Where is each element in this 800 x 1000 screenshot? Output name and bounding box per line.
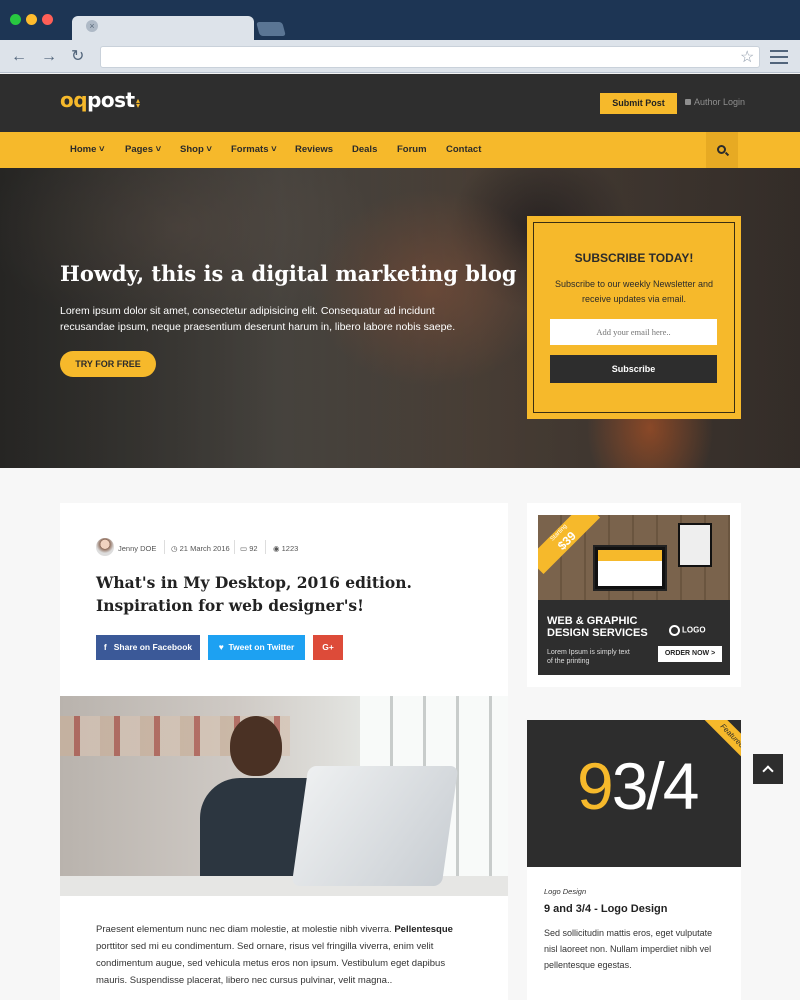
browser-menu-icon[interactable] <box>770 50 788 68</box>
back-arrow-icon[interactable]: ← <box>11 48 27 66</box>
featured-text: Sed sollicitudin mattis eros, eget vulpu… <box>544 928 713 970</box>
browser-tab[interactable] <box>72 16 254 42</box>
nav-item-formats[interactable]: Formats ˅ <box>231 144 277 155</box>
post-title[interactable]: What's in My Desktop, 2016 edition. Insp… <box>96 571 476 617</box>
site-logo[interactable]: oqpost <box>60 88 135 112</box>
excerpt-part: porttitor sed mi eu condimentum. Sed orn… <box>96 941 446 986</box>
post-featured-image[interactable] <box>60 696 508 896</box>
post-date-label: 21 March 2016 <box>179 544 230 553</box>
email-field[interactable] <box>550 319 717 345</box>
featured-number-rest: 3/4 <box>611 749 700 823</box>
featured-number-gold: 9 <box>577 749 614 823</box>
meta-divider <box>265 540 266 554</box>
logo-mark-icon: ▴ ▾ <box>136 96 141 110</box>
facebook-icon: f <box>103 642 107 652</box>
comment-icon: ▭ <box>240 544 248 553</box>
featured-category[interactable]: Logo Design <box>544 887 586 896</box>
share-twitter-button[interactable]: ♥ Tweet on Twitter <box>208 635 305 660</box>
window-close-dot[interactable] <box>42 14 53 25</box>
share-facebook-label: Share on Facebook <box>113 642 193 652</box>
author-login-label: Author Login <box>694 97 746 107</box>
submit-post-button[interactable]: Submit Post <box>600 93 677 114</box>
subscribe-button[interactable]: Subscribe <box>550 355 717 383</box>
featured-image-number: 93/4 <box>577 748 700 824</box>
post-author[interactable]: Jenny DOE <box>118 544 156 553</box>
featured-image[interactable]: 93/4 Featured <box>527 720 741 867</box>
new-tab-button[interactable] <box>256 22 286 36</box>
post-comments[interactable]: ▭ 92 <box>240 544 258 553</box>
meta-divider <box>164 540 165 554</box>
ad-logo-label: LOGO <box>682 625 706 635</box>
post-excerpt: Praesent elementum nunc nec diam molesti… <box>96 921 476 989</box>
twitter-icon: ♥ <box>218 642 224 652</box>
author-avatar[interactable] <box>96 538 114 556</box>
share-facebook-button[interactable]: f Share on Facebook <box>96 635 200 660</box>
url-bar[interactable] <box>100 46 760 68</box>
order-now-button[interactable]: ORDER NOW > <box>658 646 722 662</box>
view-count: 1223 <box>281 544 299 553</box>
meta-divider <box>234 540 235 554</box>
share-google-button[interactable]: G+ <box>313 635 343 660</box>
window-minimize-dot[interactable] <box>26 14 37 25</box>
back-to-top-button[interactable] <box>753 754 783 784</box>
forward-arrow-icon[interactable]: → <box>41 48 57 66</box>
nav-item-home[interactable]: Home ˅ <box>70 144 105 155</box>
image-laptop <box>291 766 459 886</box>
ad-title: WEB & GRAPHIC DESIGN SERVICES <box>547 615 648 639</box>
eye-icon: ◉ <box>273 544 280 553</box>
post-views: ◉ 1223 <box>273 544 298 553</box>
bookmark-star-icon[interactable]: ☆ <box>740 47 754 67</box>
window-maximize-dot[interactable] <box>10 14 21 25</box>
subscribe-text: Subscribe to our weekly Newsletter and r… <box>554 279 714 304</box>
featured-ribbon: Featured <box>694 720 741 774</box>
ad-monitor <box>593 545 667 591</box>
hero-text: Lorem ipsum dolor sit amet, consectetur … <box>60 305 456 333</box>
nav-item-pages[interactable]: Pages ˅ <box>125 144 161 155</box>
featured-title[interactable]: 9 and 3/4 - Logo Design <box>544 903 667 915</box>
excerpt-part: Praesent elementum nunc nec diam molesti… <box>96 924 395 935</box>
lock-icon <box>685 99 691 105</box>
tab-close-icon[interactable]: × <box>86 20 98 32</box>
subscribe-title: SUBSCRIBE TODAY! <box>574 251 694 265</box>
comment-count: 92 <box>249 544 258 553</box>
logo-suffix: post <box>87 88 135 112</box>
reload-icon[interactable]: ↻ <box>71 48 84 66</box>
excerpt-bold: Pellentesque <box>394 924 453 935</box>
post-date: ◷ 21 March 2016 <box>171 544 230 553</box>
author-login-link[interactable]: Author Login <box>685 97 745 107</box>
ad-banner[interactable]: Starting $39 WEB & GRAPHIC DESIGN SERVICE… <box>538 515 730 675</box>
nav-item-forum[interactable]: Forum <box>397 144 427 155</box>
hero-title: Howdy, this is a digital marketing blog <box>60 261 517 286</box>
ad-picture-frame <box>678 523 712 567</box>
share-twitter-label: Tweet on Twitter <box>228 642 295 652</box>
nav-item-reviews[interactable]: Reviews <box>295 144 333 155</box>
logo-prefix: oq <box>60 88 88 112</box>
ad-logo: LOGO <box>669 625 706 636</box>
image-person-head <box>230 716 282 776</box>
nav-item-deals[interactable]: Deals <box>352 144 377 155</box>
try-free-button[interactable]: TRY FOR FREE <box>60 351 156 377</box>
nav-item-contact[interactable]: Contact <box>446 144 481 155</box>
ad-subtitle: Lorem Ipsum is simply text of the printi… <box>547 649 630 665</box>
clock-icon: ◷ <box>171 544 178 553</box>
logo-circle-icon <box>669 625 680 636</box>
nav-item-shop[interactable]: Shop ˅ <box>180 144 212 155</box>
search-icon <box>717 145 726 154</box>
